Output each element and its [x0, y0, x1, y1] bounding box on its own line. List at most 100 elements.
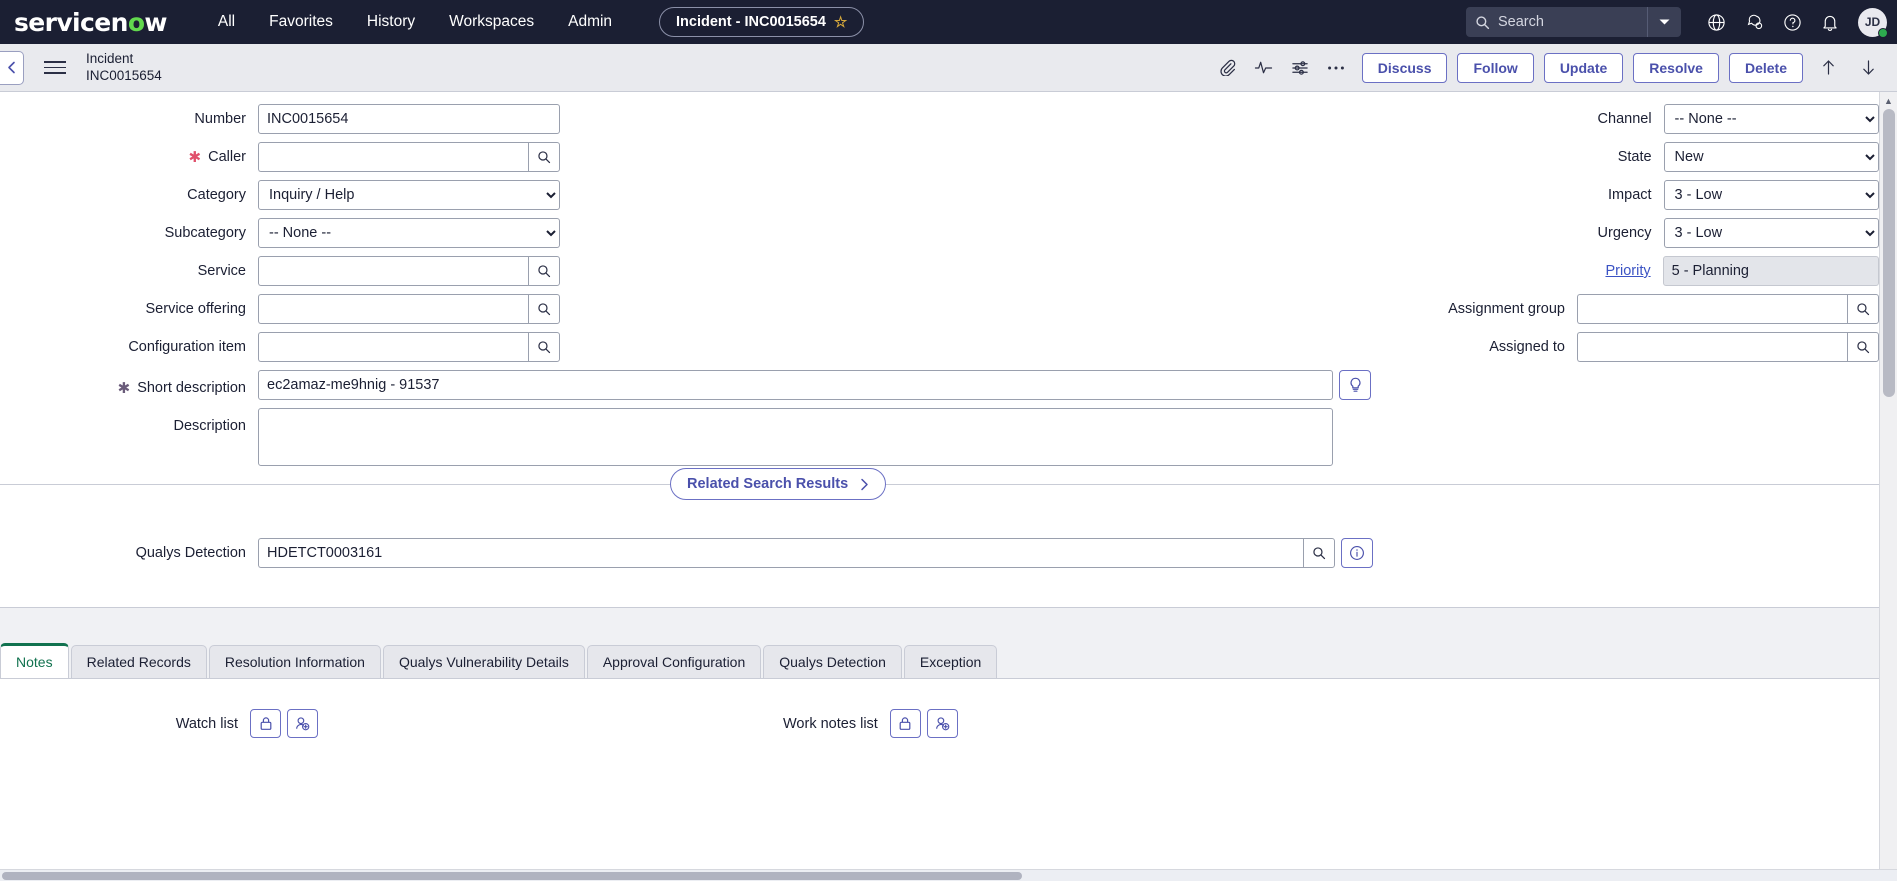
resolve-button[interactable]: Resolve — [1633, 52, 1719, 83]
update-button[interactable]: Update — [1543, 52, 1624, 83]
description-textarea[interactable] — [258, 408, 1333, 466]
state-select[interactable]: New — [1663, 142, 1879, 172]
caller-input[interactable] — [258, 142, 528, 172]
favorite-star-icon[interactable]: ☆ — [834, 13, 847, 31]
field-row-qualys-detection: Qualys Detection — [0, 538, 1879, 568]
channel-select[interactable]: -- None -- — [1663, 104, 1879, 134]
vertical-scrollbar[interactable]: ▲ — [1879, 92, 1897, 881]
qualys-detection-info-icon[interactable] — [1341, 538, 1373, 568]
assignment-group-reference-field — [1577, 294, 1879, 324]
field-row-service-offering: Service offering — [0, 294, 940, 324]
related-search-results-button[interactable]: Related Search Results — [670, 468, 887, 500]
discuss-button[interactable]: Discuss — [1361, 52, 1448, 83]
priority-info-link[interactable]: Priority — [1605, 263, 1650, 279]
number-input[interactable] — [258, 104, 560, 134]
short-description-input[interactable] — [258, 370, 1333, 400]
category-select[interactable]: Inquiry / Help — [258, 180, 560, 210]
qualys-detection-input[interactable] — [258, 538, 1303, 568]
tab-notes[interactable]: Notes — [0, 643, 69, 678]
field-row-subcategory: Subcategory -- None -- — [0, 218, 940, 248]
subcategory-label: Subcategory — [164, 225, 246, 241]
global-search[interactable]: Search — [1466, 7, 1681, 37]
configuration-item-lookup-icon[interactable] — [528, 332, 560, 362]
field-row-description: Description — [0, 408, 1879, 466]
tab-approval-configuration[interactable]: Approval Configuration — [586, 645, 762, 678]
caller-lookup-icon[interactable] — [528, 142, 560, 172]
number-label: Number — [194, 111, 246, 127]
nav-item-workspaces[interactable]: Workspaces — [432, 7, 551, 37]
tab-strip: Notes Related Records Resolution Informa… — [0, 634, 1879, 678]
assigned-to-lookup-icon[interactable] — [1847, 332, 1879, 362]
assigned-to-input[interactable] — [1577, 332, 1847, 362]
related-lists-tabs-section: Notes Related Records Resolution Informa… — [0, 607, 1879, 880]
watch-list-add-user-icon[interactable] — [287, 709, 318, 738]
related-search-results-divider: Related Search Results — [0, 468, 1879, 532]
chevron-right-icon — [860, 478, 869, 491]
service-input[interactable] — [258, 256, 528, 286]
avatar-initials: JD — [1864, 15, 1881, 29]
impact-label: Impact — [1608, 187, 1652, 203]
follow-button[interactable]: Follow — [1457, 52, 1534, 83]
nav-item-favorites[interactable]: Favorites — [252, 7, 350, 37]
assignment-group-label: Assignment group — [1448, 301, 1565, 317]
record-tab-label: Incident - INC0015654 — [676, 14, 826, 30]
servicenow-logo[interactable]: servicenowservicenow — [14, 10, 167, 35]
next-record-arrow-icon[interactable] — [1853, 53, 1883, 83]
previous-record-arrow-icon[interactable] — [1813, 53, 1843, 83]
related-search-results-label: Related Search Results — [687, 476, 849, 492]
qualys-detection-lookup-icon[interactable] — [1303, 538, 1335, 568]
field-row-priority: Priority — [940, 256, 1879, 286]
subcategory-select[interactable]: -- None -- — [258, 218, 560, 248]
required-asterisk-icon: ✱ — [117, 379, 131, 397]
attachment-paperclip-icon[interactable] — [1212, 52, 1244, 84]
service-reference-field — [258, 256, 560, 286]
assignment-group-input[interactable] — [1577, 294, 1847, 324]
vertical-scrollbar-thumb[interactable] — [1883, 109, 1895, 397]
horizontal-scrollbar[interactable] — [0, 869, 1897, 881]
nav-item-admin[interactable]: Admin — [551, 7, 629, 37]
search-scope-dropdown[interactable] — [1647, 7, 1681, 37]
caller-reference-field — [258, 142, 560, 172]
service-offering-input[interactable] — [258, 294, 528, 324]
search-input-area[interactable]: Search — [1466, 7, 1647, 37]
field-row-number: Number — [0, 104, 940, 134]
field-row-caller: ✱ Caller — [0, 142, 940, 172]
suggestion-lightbulb-icon[interactable] — [1339, 370, 1371, 400]
user-avatar[interactable]: JD — [1858, 7, 1888, 38]
personalize-form-icon[interactable] — [1284, 52, 1316, 84]
nav-item-history[interactable]: History — [350, 7, 432, 37]
tab-resolution-information[interactable]: Resolution Information — [208, 645, 381, 678]
form-context-menu-icon[interactable] — [40, 53, 70, 83]
assignment-group-lookup-icon[interactable] — [1847, 294, 1879, 324]
urgency-select[interactable]: 3 - Low — [1663, 218, 1879, 248]
watch-list-lock-icon[interactable] — [250, 709, 281, 738]
service-offering-lookup-icon[interactable] — [528, 294, 560, 324]
nav-item-all[interactable]: All — [201, 7, 252, 37]
back-navigation-button[interactable] — [0, 50, 24, 85]
description-label: Description — [173, 418, 246, 434]
record-tab-incident[interactable]: Incident - INC0015654 ☆ — [659, 7, 865, 37]
service-lookup-icon[interactable] — [528, 256, 560, 286]
tab-qualys-detection[interactable]: Qualys Detection — [763, 645, 902, 678]
notifications-bell-icon[interactable] — [1813, 5, 1847, 39]
conversations-icon[interactable] — [1737, 5, 1771, 39]
more-options-icon[interactable] — [1320, 52, 1352, 84]
help-icon[interactable] — [1775, 5, 1809, 39]
tab-related-records[interactable]: Related Records — [70, 645, 207, 678]
tab-qualys-vulnerability-details[interactable]: Qualys Vulnerability Details — [382, 645, 585, 678]
impact-select[interactable]: 3 - Low — [1663, 180, 1879, 210]
tab-exception[interactable]: Exception — [903, 645, 998, 678]
activity-stream-icon[interactable] — [1248, 52, 1280, 84]
configuration-item-input[interactable] — [258, 332, 528, 362]
state-label: State — [1617, 149, 1652, 165]
globe-icon[interactable] — [1699, 5, 1733, 39]
horizontal-scrollbar-thumb[interactable] — [2, 872, 1022, 880]
field-row-channel: Channel -- None -- — [940, 104, 1879, 134]
field-row-state: State New — [940, 142, 1879, 172]
priority-label: Priority — [940, 263, 1663, 279]
delete-button[interactable]: Delete — [1728, 52, 1803, 83]
work-notes-list-lock-icon[interactable] — [889, 709, 921, 738]
work-notes-list-add-user-icon[interactable] — [926, 709, 958, 738]
scroll-up-arrow-icon[interactable]: ▲ — [1880, 92, 1897, 109]
work-notes-list-label: Work notes list — [783, 715, 878, 732]
